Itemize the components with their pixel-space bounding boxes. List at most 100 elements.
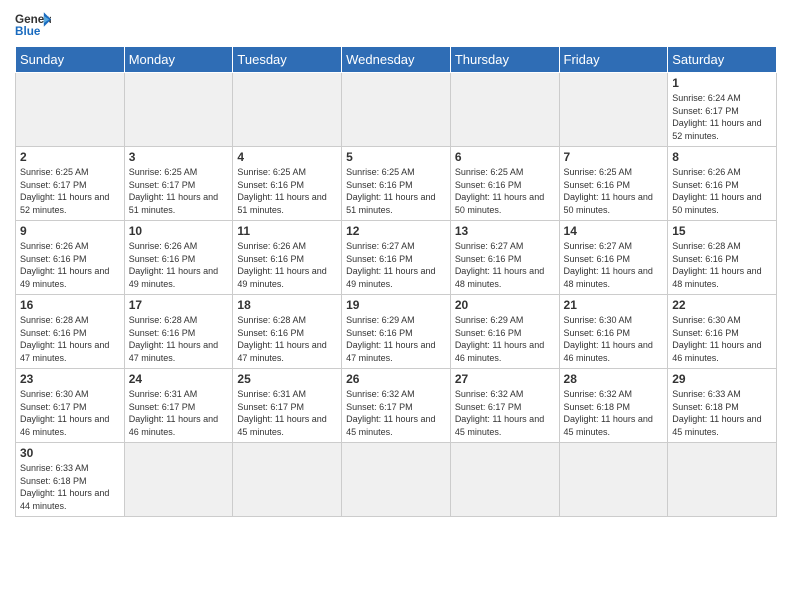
week-row-4: 16 Sunrise: 6:28 AM Sunset: 6:16 PM Dayli… [16,295,777,369]
day-cell [233,73,342,147]
day-info: Sunrise: 6:26 AM Sunset: 6:16 PM Dayligh… [672,166,772,216]
day-cell [233,443,342,517]
day-cell: 12 Sunrise: 6:27 AM Sunset: 6:16 PM Dayli… [342,221,451,295]
day-number: 12 [346,224,446,238]
header: General Blue [15,10,777,38]
svg-text:Blue: Blue [15,25,41,38]
day-cell: 15Sunrise: 6:28 AM Sunset: 6:16 PM Dayli… [668,221,777,295]
day-cell: 23Sunrise: 6:30 AM Sunset: 6:17 PM Dayli… [16,369,125,443]
day-number: 1 [672,76,772,90]
day-cell [559,73,668,147]
week-row-5: 23Sunrise: 6:30 AM Sunset: 6:17 PM Dayli… [16,369,777,443]
day-cell: 26Sunrise: 6:32 AM Sunset: 6:17 PM Dayli… [342,369,451,443]
day-number: 13 [455,224,555,238]
day-number: 4 [237,150,337,164]
day-number: 24 [129,372,229,386]
day-cell: 13Sunrise: 6:27 AM Sunset: 6:16 PM Dayli… [450,221,559,295]
day-cell [342,443,451,517]
day-number: 15 [672,224,772,238]
day-number: 17 [129,298,229,312]
day-info: Sunrise: 6:25 AM Sunset: 6:17 PM Dayligh… [129,166,229,216]
day-cell: 19 Sunrise: 6:29 AM Sunset: 6:16 PM Dayli… [342,295,451,369]
weekday-header-tuesday: Tuesday [233,47,342,73]
day-cell: 30Sunrise: 6:33 AM Sunset: 6:18 PM Dayli… [16,443,125,517]
day-cell: 22 Sunrise: 6:30 AM Sunset: 6:16 PM Dayli… [668,295,777,369]
day-number: 23 [20,372,120,386]
day-number: 18 [237,298,337,312]
day-cell [450,73,559,147]
logo-icon: General Blue [15,10,51,38]
day-cell: 5Sunrise: 6:25 AM Sunset: 6:16 PM Daylig… [342,147,451,221]
day-number: 11 [237,224,337,238]
calendar-table: SundayMondayTuesdayWednesdayThursdayFrid… [15,46,777,517]
day-number: 29 [672,372,772,386]
day-cell [450,443,559,517]
day-cell: 27 Sunrise: 6:32 AM Sunset: 6:17 PM Dayli… [450,369,559,443]
weekday-header-wednesday: Wednesday [342,47,451,73]
day-number: 14 [564,224,664,238]
day-cell [124,443,233,517]
day-number: 8 [672,150,772,164]
day-cell: 28 Sunrise: 6:32 AM Sunset: 6:18 PM Dayli… [559,369,668,443]
day-number: 5 [346,150,446,164]
day-info: Sunrise: 6:32 AM Sunset: 6:17 PM Dayligh… [455,388,555,438]
day-cell [124,73,233,147]
day-cell: 18Sunrise: 6:28 AM Sunset: 6:16 PM Dayli… [233,295,342,369]
day-info: Sunrise: 6:25 AM Sunset: 6:16 PM Dayligh… [564,166,664,216]
weekday-header-sunday: Sunday [16,47,125,73]
day-number: 10 [129,224,229,238]
day-info: Sunrise: 6:29 AM Sunset: 6:16 PM Dayligh… [346,314,446,364]
day-cell: 14 Sunrise: 6:27 AM Sunset: 6:16 PM Dayli… [559,221,668,295]
weekday-header-monday: Monday [124,47,233,73]
week-row-1: 1 Sunrise: 6:24 AM Sunset: 6:17 PM Daylig… [16,73,777,147]
day-number: 16 [20,298,120,312]
day-info: Sunrise: 6:31 AM Sunset: 6:17 PM Dayligh… [129,388,229,438]
day-info: Sunrise: 6:27 AM Sunset: 6:16 PM Dayligh… [346,240,446,290]
day-info: Sunrise: 6:33 AM Sunset: 6:18 PM Dayligh… [672,388,772,438]
day-cell: 3 Sunrise: 6:25 AM Sunset: 6:17 PM Daylig… [124,147,233,221]
day-number: 7 [564,150,664,164]
weekday-header-thursday: Thursday [450,47,559,73]
day-info: Sunrise: 6:30 AM Sunset: 6:16 PM Dayligh… [672,314,772,364]
day-number: 9 [20,224,120,238]
day-cell: 25Sunrise: 6:31 AM Sunset: 6:17 PM Dayli… [233,369,342,443]
weekday-header-row: SundayMondayTuesdayWednesdayThursdayFrid… [16,47,777,73]
day-cell: 29 Sunrise: 6:33 AM Sunset: 6:18 PM Dayli… [668,369,777,443]
page-container: General Blue SundayMondayTuesdayWednesda… [0,0,792,522]
logo: General Blue [15,10,51,38]
day-number: 19 [346,298,446,312]
day-info: Sunrise: 6:26 AM Sunset: 6:16 PM Dayligh… [20,240,120,290]
day-number: 21 [564,298,664,312]
day-info: Sunrise: 6:30 AM Sunset: 6:16 PM Dayligh… [564,314,664,364]
day-cell: 20Sunrise: 6:29 AM Sunset: 6:16 PM Dayli… [450,295,559,369]
day-cell: 17 Sunrise: 6:28 AM Sunset: 6:16 PM Dayli… [124,295,233,369]
day-info: Sunrise: 6:26 AM Sunset: 6:16 PM Dayligh… [237,240,337,290]
day-number: 28 [564,372,664,386]
day-info: Sunrise: 6:28 AM Sunset: 6:16 PM Dayligh… [20,314,120,364]
day-info: Sunrise: 6:25 AM Sunset: 6:16 PM Dayligh… [455,166,555,216]
day-info: Sunrise: 6:24 AM Sunset: 6:17 PM Dayligh… [672,92,772,142]
week-row-6: 30Sunrise: 6:33 AM Sunset: 6:18 PM Dayli… [16,443,777,517]
day-cell: 24 Sunrise: 6:31 AM Sunset: 6:17 PM Dayli… [124,369,233,443]
day-number: 6 [455,150,555,164]
day-info: Sunrise: 6:28 AM Sunset: 6:16 PM Dayligh… [129,314,229,364]
day-cell: 1 Sunrise: 6:24 AM Sunset: 6:17 PM Daylig… [668,73,777,147]
day-cell: 9 Sunrise: 6:26 AM Sunset: 6:16 PM Daylig… [16,221,125,295]
week-row-3: 9 Sunrise: 6:26 AM Sunset: 6:16 PM Daylig… [16,221,777,295]
day-cell [668,443,777,517]
day-cell [342,73,451,147]
day-number: 30 [20,446,120,460]
day-cell: 7 Sunrise: 6:25 AM Sunset: 6:16 PM Daylig… [559,147,668,221]
day-cell: 16 Sunrise: 6:28 AM Sunset: 6:16 PM Dayli… [16,295,125,369]
day-info: Sunrise: 6:25 AM Sunset: 6:16 PM Dayligh… [237,166,337,216]
day-cell: 21 Sunrise: 6:30 AM Sunset: 6:16 PM Dayli… [559,295,668,369]
day-cell [559,443,668,517]
day-info: Sunrise: 6:27 AM Sunset: 6:16 PM Dayligh… [564,240,664,290]
day-info: Sunrise: 6:29 AM Sunset: 6:16 PM Dayligh… [455,314,555,364]
day-info: Sunrise: 6:32 AM Sunset: 6:17 PM Dayligh… [346,388,446,438]
day-number: 27 [455,372,555,386]
day-info: Sunrise: 6:32 AM Sunset: 6:18 PM Dayligh… [564,388,664,438]
day-number: 22 [672,298,772,312]
day-info: Sunrise: 6:31 AM Sunset: 6:17 PM Dayligh… [237,388,337,438]
day-number: 3 [129,150,229,164]
